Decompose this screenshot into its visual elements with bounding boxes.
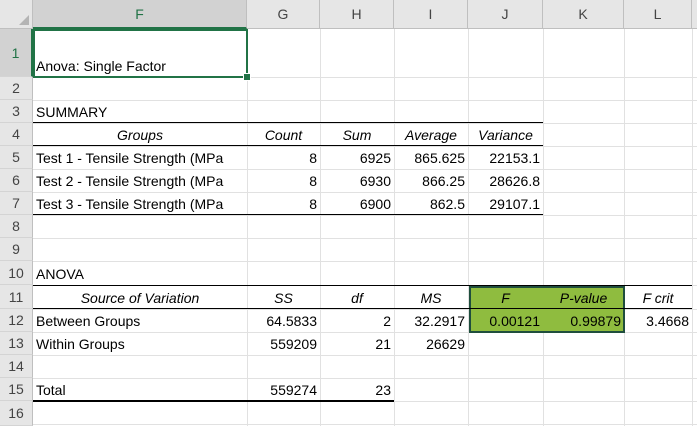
summary-variance-1[interactable]: 22153.1 (468, 146, 543, 169)
row-header-15[interactable]: 15 (0, 378, 33, 401)
anova-header-p-value[interactable]: P-value (543, 285, 624, 309)
row-header-16[interactable]: 16 (0, 401, 33, 426)
summary-average-1[interactable]: 865.625 (394, 146, 468, 169)
summary-header-groups[interactable]: Groups (33, 123, 247, 146)
row-header-14[interactable]: 14 (0, 355, 33, 378)
row-header-7[interactable]: 7 (0, 192, 33, 215)
summary-header-variance[interactable]: Variance (468, 123, 543, 146)
summary-header-average[interactable]: Average (394, 123, 468, 146)
gridline (543, 29, 544, 426)
anova-header-source[interactable]: Source of Variation (33, 285, 247, 309)
column-header-i[interactable]: I (394, 0, 468, 29)
select-all-corner[interactable] (0, 0, 33, 29)
summary-variance-2[interactable]: 28626.8 (468, 169, 543, 192)
column-header-k[interactable]: K (543, 0, 624, 29)
total-label[interactable]: Total (33, 378, 247, 401)
gridline (468, 29, 469, 426)
row-header-11[interactable]: 11 (0, 285, 33, 309)
row-header-12[interactable]: 12 (0, 309, 33, 332)
row-header-8[interactable]: 8 (0, 215, 33, 238)
gridline (247, 29, 248, 426)
summary-group-1[interactable]: Test 1 - Tensile Strength (MPa (33, 146, 247, 169)
between-groups-label[interactable]: Between Groups (33, 309, 247, 332)
summary-top-border (33, 122, 543, 123)
between-df[interactable]: 2 (320, 309, 394, 332)
gridline (320, 29, 321, 426)
anova-header-f[interactable]: F (468, 285, 543, 309)
summary-sum-1[interactable]: 6925 (320, 146, 394, 169)
row-header-1[interactable]: 1 (0, 29, 33, 77)
cell-f10[interactable]: ANOVA (33, 261, 247, 285)
fill-handle[interactable] (243, 73, 251, 81)
summary-average-2[interactable]: 866.25 (394, 169, 468, 192)
summary-header-border (33, 145, 543, 146)
row-header-6[interactable]: 6 (0, 169, 33, 192)
summary-sum-2[interactable]: 6930 (320, 169, 394, 192)
gridline (33, 355, 697, 356)
row-header-5[interactable]: 5 (0, 146, 33, 169)
column-header-f[interactable]: F (33, 0, 247, 29)
row-header-2[interactable]: 2 (0, 77, 33, 100)
summary-group-3[interactable]: Test 3 - Tensile Strength (MPa (33, 192, 247, 215)
row-header-3[interactable]: 3 (0, 100, 33, 123)
row-header-13[interactable]: 13 (0, 332, 33, 355)
row-header-4[interactable]: 4 (0, 123, 33, 146)
summary-bottom-border (33, 214, 543, 215)
column-header-j[interactable]: J (468, 0, 543, 29)
anova-header-ms[interactable]: MS (394, 285, 468, 309)
between-ss[interactable]: 64.5833 (247, 309, 320, 332)
within-ss[interactable]: 559209 (247, 332, 320, 355)
summary-count-3[interactable]: 8 (247, 192, 320, 215)
total-df[interactable]: 23 (320, 378, 394, 401)
between-ms[interactable]: 32.2917 (394, 309, 468, 332)
active-cell-selection (33, 29, 248, 78)
anova-header-border (33, 308, 692, 309)
gridline (33, 215, 697, 216)
between-f-crit[interactable]: 3.4668 (624, 309, 692, 332)
column-header-g[interactable]: G (247, 0, 320, 29)
column-header-h[interactable]: H (320, 0, 394, 29)
summary-sum-3[interactable]: 6900 (320, 192, 394, 215)
gridline (394, 29, 395, 426)
spreadsheet-grid[interactable]: F G H I J K L 1 2 3 4 5 6 7 8 9 10 11 12… (0, 0, 697, 426)
row-header-10[interactable]: 10 (0, 261, 33, 285)
gridline (692, 29, 693, 426)
between-f[interactable]: 0.00121 (468, 309, 543, 332)
gridline (33, 238, 697, 239)
summary-header-sum[interactable]: Sum (320, 123, 394, 146)
gridline (624, 29, 625, 426)
summary-average-3[interactable]: 862.5 (394, 192, 468, 215)
column-header-m[interactable] (692, 0, 697, 29)
row-header-9[interactable]: 9 (0, 238, 33, 261)
gridline (33, 424, 697, 425)
summary-group-2[interactable]: Test 2 - Tensile Strength (MPa (33, 169, 247, 192)
anova-bottom-border (33, 400, 394, 402)
anova-header-ss[interactable]: SS (247, 285, 320, 309)
summary-count-2[interactable]: 8 (247, 169, 320, 192)
within-groups-label[interactable]: Within Groups (33, 332, 247, 355)
anova-top-border (33, 285, 692, 286)
within-ms[interactable]: 26629 (394, 332, 468, 355)
within-df[interactable]: 21 (320, 332, 394, 355)
column-header-l[interactable]: L (624, 0, 692, 29)
anova-header-f-crit[interactable]: F crit (624, 285, 692, 309)
anova-header-df[interactable]: df (320, 285, 394, 309)
summary-variance-3[interactable]: 29107.1 (468, 192, 543, 215)
summary-header-count[interactable]: Count (247, 123, 320, 146)
summary-count-1[interactable]: 8 (247, 146, 320, 169)
between-p-value[interactable]: 0.99879 (543, 309, 624, 332)
total-ss[interactable]: 559274 (247, 378, 320, 401)
cell-f3[interactable]: SUMMARY (33, 100, 247, 123)
